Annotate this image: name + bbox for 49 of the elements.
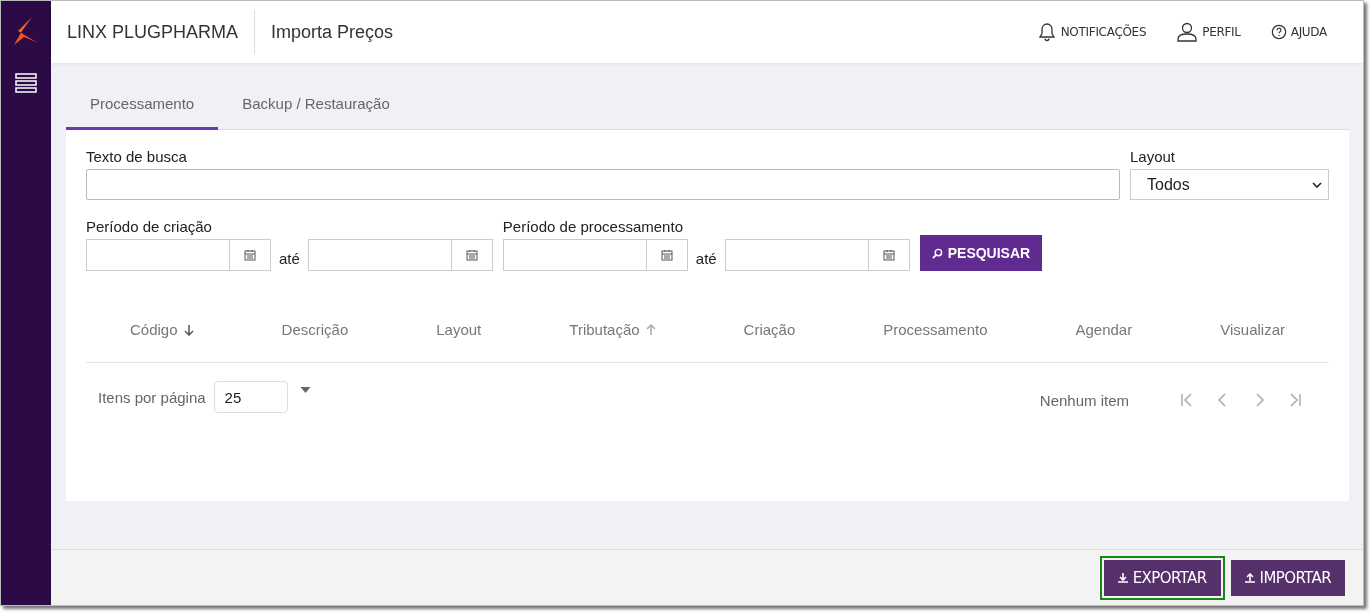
page-size-dropdown[interactable]: 25 [213, 381, 288, 413]
download-icon [1117, 572, 1128, 583]
arrow-up-icon[interactable] [645, 323, 656, 336]
bell-icon [1036, 22, 1057, 42]
field-label: Texto de busca [86, 148, 188, 165]
search-button[interactable]: PESQUISAR [919, 235, 1043, 271]
search-icon [931, 247, 943, 259]
export-button[interactable]: EXPORTAR [1103, 559, 1221, 596]
header-link[interactable]: AJUDA [1270, 22, 1327, 42]
tab[interactable]: Backup / Restauração [218, 79, 414, 130]
header-link[interactable]: PERFIL [1176, 22, 1241, 42]
chevron-down-icon [1312, 181, 1322, 188]
range-separator: até [279, 249, 300, 267]
date-field[interactable] [724, 239, 910, 271]
field-label: Período de processamento [502, 218, 684, 235]
search-field[interactable] [86, 169, 1120, 200]
help-icon [1270, 24, 1287, 40]
calendar-icon[interactable] [882, 249, 895, 261]
column-header[interactable]: Descrição [281, 321, 349, 338]
column-header[interactable]: Criação [743, 321, 796, 338]
caret-icon[interactable] [299, 387, 311, 393]
person-icon [1176, 22, 1199, 42]
page-title: Importa Preços [271, 21, 394, 43]
last-page-icon[interactable] [1287, 392, 1303, 408]
pagination-status: Nenhum item [1039, 391, 1129, 409]
column-header[interactable]: Processamento [883, 321, 988, 338]
field-label: Período de criação [86, 218, 213, 235]
date-field[interactable] [307, 239, 493, 271]
field-label: Layout [1130, 148, 1177, 165]
range-separator: até [695, 249, 717, 267]
arrow-down-icon[interactable] [183, 323, 194, 336]
calendar-icon[interactable] [244, 249, 256, 261]
header-link[interactable]: NOTIFICAÇÕES [1036, 22, 1147, 42]
menu-icon[interactable] [15, 73, 37, 93]
import-button[interactable]: IMPORTAR [1230, 559, 1345, 596]
brand-name: LINX PLUGPHARMA [67, 21, 239, 43]
layout-dropdown[interactable]: Todos [1130, 169, 1329, 200]
upload-icon [1244, 572, 1255, 583]
date-field[interactable] [502, 239, 688, 271]
date-field[interactable] [86, 239, 271, 271]
column-header[interactable]: Agendar [1075, 321, 1133, 338]
column-header[interactable]: Código [130, 321, 178, 338]
column-header[interactable]: Tributação [569, 321, 640, 338]
calendar-icon[interactable] [660, 249, 673, 261]
items-per-page-label: Itens por página [98, 388, 206, 406]
column-header[interactable]: Visualizar [1220, 321, 1285, 338]
first-page-icon[interactable] [1179, 392, 1195, 408]
column-header[interactable]: Layout [436, 321, 482, 338]
calendar-icon[interactable] [465, 249, 478, 261]
